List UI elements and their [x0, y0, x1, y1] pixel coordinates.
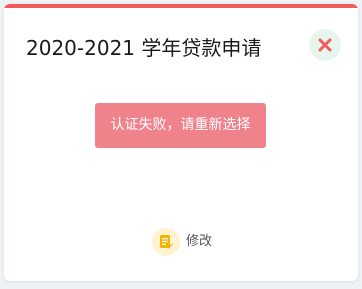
- close-button[interactable]: [309, 29, 341, 61]
- dialog-accent-bar: [4, 4, 358, 8]
- close-icon: [318, 38, 332, 52]
- loan-application-dialog: 2020-2021 学年贷款申请 认证失败，请重新选择 修改: [4, 4, 358, 281]
- edit-icon-badge: [152, 228, 180, 256]
- edit-document-icon: [160, 235, 173, 249]
- verification-failed-button[interactable]: 认证失败，请重新选择: [95, 103, 266, 148]
- edit-label: 修改: [186, 234, 213, 249]
- dialog-title: 2020-2021 学年贷款申请: [26, 36, 262, 60]
